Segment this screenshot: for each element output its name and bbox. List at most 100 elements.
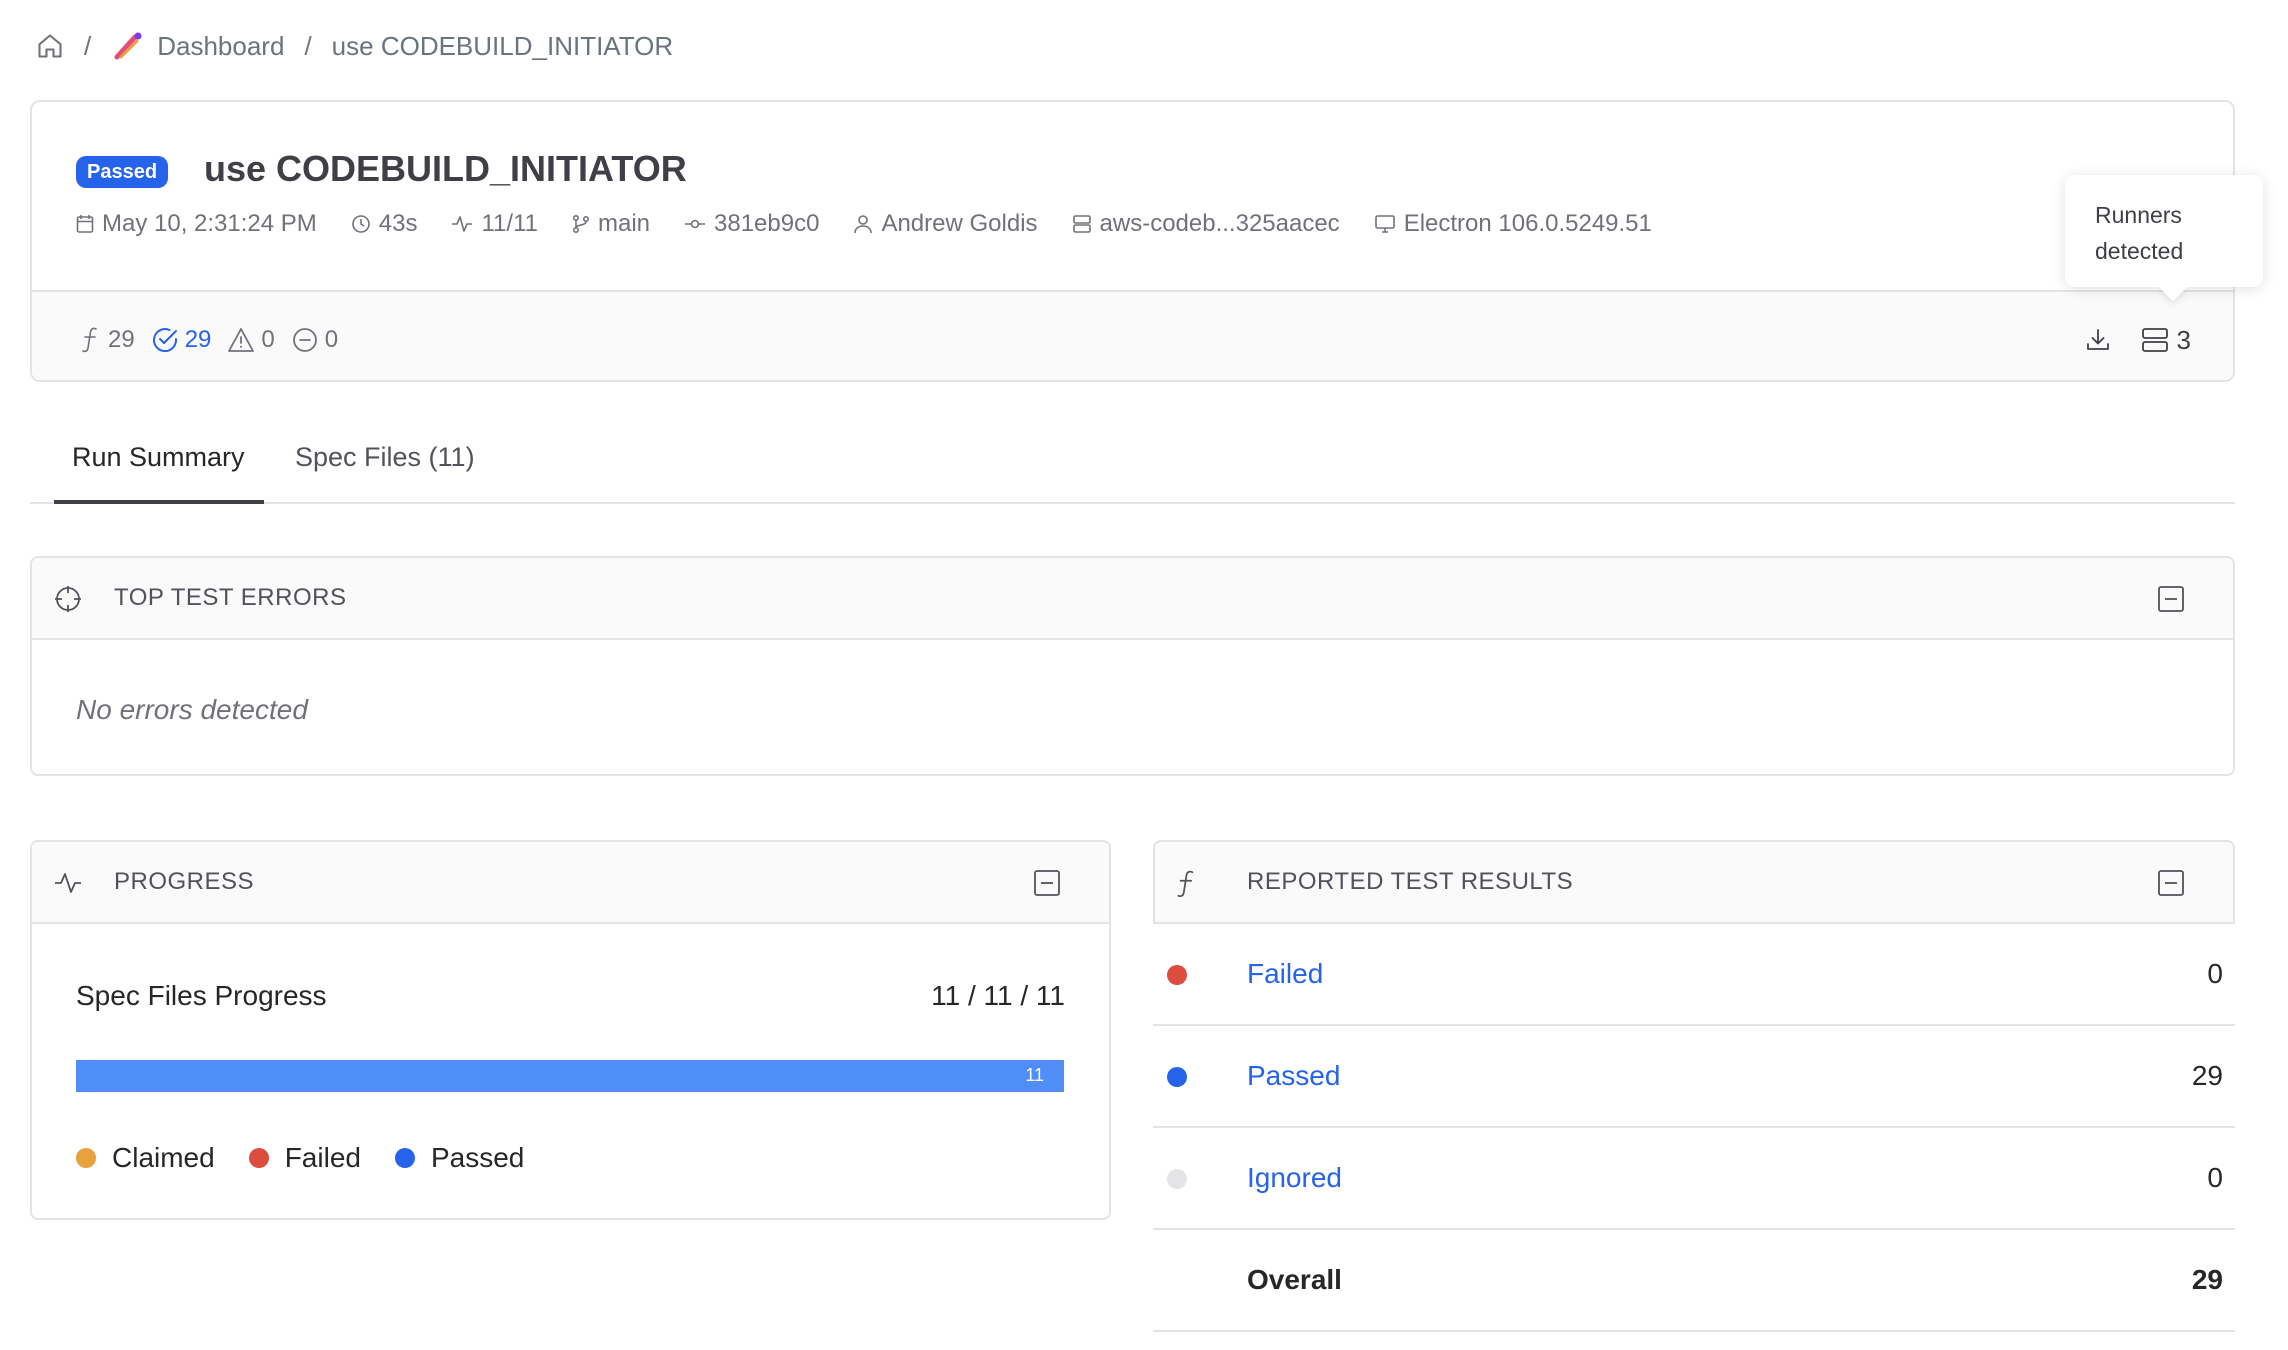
stat-skipped-value: 0 [324,326,339,353]
breadcrumb-dashboard-link[interactable]: Dashboard [157,31,284,62]
legend-label: Failed [284,1142,361,1173]
result-link-failed[interactable]: Failed [1247,958,1323,990]
result-row-ignored: Ignored 0 [1153,1128,2235,1230]
run-author: Andrew Goldis [853,210,1038,238]
legend-item-failed: Failed [248,1142,361,1174]
status-dot [1167,1169,1187,1189]
run-stats: 29 29 0 0 [80,312,354,368]
runners-button[interactable]: 3 [2141,325,2191,356]
spec-files-progress-count: 11 / 11 / 11 [931,980,1065,1011]
result-link-ignored[interactable]: Ignored [1247,1162,1342,1194]
result-link-passed[interactable]: Passed [1247,1060,1340,1092]
download-icon[interactable] [2085,327,2111,353]
breadcrumb: / Dashboard / use CODEBUILD_INITIATOR [36,26,673,66]
breadcrumb-separator: / [304,30,312,61]
server-icon [2141,327,2177,353]
run-commit[interactable]: 381eb9c0 [684,210,819,238]
legend-label: Claimed [112,1142,215,1173]
activity-icon [451,214,481,234]
breadcrumb-separator: / [84,30,92,61]
overall-value: 29 [2191,1264,2223,1295]
run-author-value: Andrew Goldis [881,210,1038,237]
run-header-card: Passed use CODEBUILD_INITIATOR May 10, 2… [30,100,2235,382]
run-ci-build[interactable]: aws-codeb...325aacec [1072,210,1340,238]
server-icon [1072,214,1100,234]
run-branch-value: main [597,210,651,237]
legend-dot [394,1148,415,1168]
stat-flaky[interactable]: 0 [227,326,275,354]
legend-dot [248,1148,269,1168]
progress-panel: PROGRESS Spec Files Progress 11 / 11 / 1… [30,840,1111,1220]
warning-icon [227,327,261,353]
run-date: May 10, 2:31:24 PM [76,210,317,238]
top-test-errors-panel: TOP TEST ERRORS No errors detected [30,556,2235,776]
check-circle-icon [151,326,185,354]
run-stats-bar: 29 29 0 0 3 [32,290,2233,380]
progress-bar: 11 [76,1060,1064,1092]
status-dot [1167,1067,1187,1087]
stat-passed-value: 29 [184,326,212,353]
run-title: use CODEBUILD_INITIATOR [204,148,687,189]
run-duration: 43s [351,210,418,238]
legend-item-claimed: Claimed [76,1142,215,1174]
panel-title: PROGRESS [114,868,255,895]
calendar-icon [76,214,102,234]
result-row-overall: Overall 29 [1153,1230,2235,1332]
status-dot [1167,965,1187,985]
result-value: 0 [2207,1162,2223,1193]
git-commit-icon [684,214,714,234]
status-badge: Passed [76,156,169,188]
collapse-icon[interactable] [1033,869,1061,897]
breadcrumb-current: use CODEBUILD_INITIATOR [331,30,674,61]
stat-passed[interactable]: 29 [151,326,212,354]
run-branch[interactable]: main [572,210,650,238]
collapse-icon[interactable] [2157,869,2185,897]
run-browser-value: Electron 106.0.5249.51 [1403,210,1652,237]
stat-total-value: 29 [108,326,135,353]
function-icon [80,326,108,354]
result-value: 0 [2207,958,2223,989]
run-tabs: Run Summary Spec Files (11) [30,428,2235,504]
result-row-failed: Failed 0 [1153,924,2235,1026]
panel-header: TOP TEST ERRORS [32,558,2233,640]
panel-title: TOP TEST ERRORS [114,584,347,611]
panel-header: REPORTED TEST RESULTS [1153,840,2235,924]
monitor-icon [1374,214,1404,234]
activity-icon [54,869,82,897]
legend-item-passed: Passed [394,1142,524,1174]
run-meta: May 10, 2:31:24 PM 43s 11/11 main 381eb9… [76,210,1686,238]
run-progress: 11/11 [451,210,538,238]
legend-dot [76,1148,96,1168]
tooltip-text: Runners detected [2095,202,2184,264]
runners-count: 3 [2176,324,2191,355]
stat-total[interactable]: 29 [80,326,135,354]
run-date-value: May 10, 2:31:24 PM [102,210,317,237]
active-tab-indicator [54,500,264,504]
runners-tooltip: Runners detected [2065,175,2263,287]
tab-run-summary[interactable]: Run Summary [72,442,245,502]
result-row-passed: Passed 29 [1153,1026,2235,1128]
panel-header: PROGRESS [32,842,1109,924]
run-duration-value: 43s [378,210,418,237]
stat-skipped[interactable]: 0 [291,326,338,354]
run-browser: Electron 106.0.5249.51 [1374,210,1652,238]
progress-legend: Claimed Failed Passed [76,1142,558,1174]
progress-bar-label: 11 [1025,1065,1044,1085]
run-tools: 3 [2085,312,2191,368]
stat-flaky-value: 0 [261,326,275,353]
run-commit-value: 381eb9c0 [714,210,820,237]
progress-bar-passed: 11 [76,1060,1064,1092]
reported-test-results-panel: REPORTED TEST RESULTS Failed 0 Passed 29… [1153,840,2235,1332]
collapse-icon[interactable] [2157,585,2185,613]
spec-files-progress-label: Spec Files Progress [76,980,327,1011]
crosshair-icon [54,585,82,613]
overall-label: Overall [1247,1264,1342,1295]
tab-spec-files[interactable]: Spec Files (11) [295,442,475,502]
user-icon [853,214,881,234]
panel-title: REPORTED TEST RESULTS [1247,868,1574,895]
git-branch-icon [572,214,598,234]
minus-circle-icon [291,326,325,354]
result-value: 29 [2191,1060,2223,1091]
home-icon[interactable] [36,32,64,60]
function-icon [1175,869,1199,899]
